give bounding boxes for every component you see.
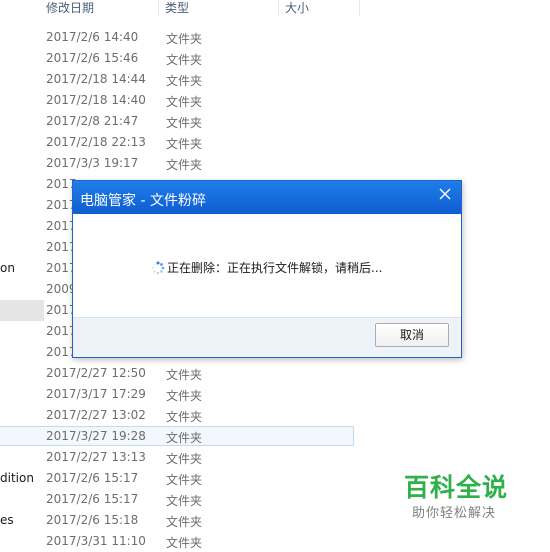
row-type: 文件夹 [166, 158, 203, 172]
dialog-titlebar[interactable]: 电脑管家 - 文件粉碎 [73, 181, 461, 214]
row-date: 2017/2/8 21:47 [46, 114, 139, 128]
row-date: 2017/2/6 15:17 [46, 492, 139, 506]
row-type: 文件夹 [166, 116, 203, 130]
row-name-fragment: es [0, 513, 14, 527]
column-size[interactable]: 大小 [279, 0, 359, 18]
file-row[interactable]: 2017/2/27 12:50 文件夹 [0, 363, 550, 384]
file-row[interactable]: 2017/2/18 14:40 文件夹 [0, 90, 550, 111]
column-divider[interactable] [359, 0, 360, 16]
row-hover-highlight [0, 300, 44, 321]
file-row[interactable]: 2017/2/6 15:46 文件夹 [0, 48, 550, 69]
file-row[interactable]: 2017/3/17 17:29 文件夹 [0, 384, 550, 405]
watermark-logo: 百科全说 助你轻松解决 [388, 460, 524, 524]
row-date: 2017/3/17 17:29 [46, 387, 146, 401]
row-type: 文件夹 [166, 494, 203, 508]
row-date: 2017/2/27 13:02 [46, 408, 146, 422]
row-type: 文件夹 [166, 53, 203, 67]
row-name-fragment: on [0, 261, 15, 275]
row-type: 文件夹 [166, 431, 203, 445]
column-type[interactable]: 类型 [159, 0, 277, 18]
row-type: 文件夹 [166, 410, 203, 424]
file-row[interactable]: 2017/3/31 11:10 文件夹 [0, 531, 550, 552]
row-type: 文件夹 [166, 95, 203, 109]
watermark-subtitle: 助你轻松解决 [412, 506, 497, 521]
row-date: 2017/2/18 14:40 [46, 93, 146, 107]
column-date[interactable]: 修改日期 [40, 0, 158, 18]
row-date: 2017/3/27 19:28 [46, 429, 146, 443]
row-type: 文件夹 [166, 137, 203, 151]
file-row[interactable]: 2017/2/6 14:40 文件夹 [0, 27, 550, 48]
row-type: 文件夹 [166, 536, 203, 550]
row-date: 2017/2/6 15:46 [46, 51, 139, 65]
file-row[interactable]: 2017/2/18 22:13 文件夹 [0, 132, 550, 153]
close-icon[interactable] [437, 186, 453, 202]
row-type: 文件夹 [166, 74, 203, 88]
row-date: 2017/2/18 22:13 [46, 135, 146, 149]
row-type: 文件夹 [166, 368, 203, 382]
dialog-footer: 取消 [73, 317, 461, 357]
row-date: 2017/3/3 19:17 [46, 156, 139, 170]
row-date: 2017/2/6 15:18 [46, 513, 139, 527]
file-row[interactable]: 2017/3/3 19:17 文件夹 [0, 153, 550, 174]
file-row[interactable]: 2017/2/27 13:02 文件夹 [0, 405, 550, 426]
row-type: 文件夹 [166, 473, 203, 487]
column-header: 修改日期 类型 大小 [0, 0, 550, 18]
row-type: 文件夹 [166, 32, 203, 46]
row-type: 文件夹 [166, 389, 203, 403]
file-shredder-dialog: 电脑管家 - 文件粉碎 正在删除：正在执行文件解锁，请稍后... 取消 [72, 180, 462, 358]
file-row[interactable]: 2017/2/8 21:47 文件夹 [0, 111, 550, 132]
loading-spinner-icon [151, 260, 165, 275]
row-type: 文件夹 [166, 515, 203, 529]
row-date: 2017/2/27 13:13 [46, 450, 146, 464]
row-date: 2017/3/31 11:10 [46, 534, 146, 548]
cancel-button[interactable]: 取消 [375, 323, 449, 347]
dialog-title: 电脑管家 - 文件粉碎 [80, 193, 206, 209]
row-name-fragment: dition [0, 471, 34, 485]
row-date: 2017/2/6 14:40 [46, 30, 139, 44]
row-date: 2017/2/18 14:44 [46, 72, 146, 86]
file-row[interactable]: 2017/2/18 14:44 文件夹 [0, 69, 550, 90]
watermark-title: 百科全说 [404, 473, 509, 502]
status-text: 正在删除：正在执行文件解锁，请稍后... [167, 261, 383, 275]
file-row-selected[interactable]: 2017/3/27 19:28 文件夹 [0, 426, 550, 447]
row-date: 2017/2/27 12:50 [46, 366, 146, 380]
row-type: 文件夹 [166, 452, 203, 466]
row-date: 2017/2/6 15:17 [46, 471, 139, 485]
